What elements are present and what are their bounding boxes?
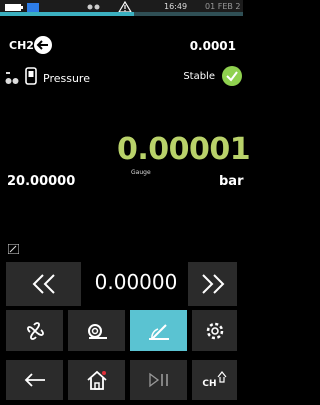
dual-sensor-icon: [5, 72, 19, 84]
gear-icon: [206, 322, 223, 339]
dual-channel-icon: [87, 4, 100, 10]
home-icon: [86, 370, 107, 390]
secondary-reading: 20.00000: [7, 174, 76, 189]
tool-gauge-button[interactable]: [130, 310, 187, 351]
sensor-title: Pressure: [43, 72, 90, 85]
status-bar: 16:49 01 FEB 2: [0, 0, 243, 16]
double-chevron-right-icon: [201, 274, 224, 294]
channel-header[interactable]: CH2 0.0001: [0, 34, 243, 60]
progress-fill: [0, 12, 134, 16]
pressure-sensor-icon: [25, 67, 37, 85]
decrease-button[interactable]: [6, 262, 81, 306]
double-chevron-left-icon: [32, 274, 55, 294]
play-pause-icon: [148, 372, 168, 388]
increase-button[interactable]: [188, 262, 237, 306]
mode-label: Gauge: [131, 169, 151, 176]
nav-channel-button[interactable]: CH: [192, 360, 237, 400]
main-reading: 0.00001: [117, 132, 251, 167]
stable-label: Stable: [183, 71, 215, 82]
channel-switch-icon[interactable]: [33, 35, 53, 55]
status-time: 16:49: [164, 2, 188, 11]
unit-label[interactable]: bar: [219, 174, 244, 189]
back-arrow-icon: [24, 373, 45, 387]
tool-fan-button[interactable]: [6, 310, 63, 351]
gauge-needle-icon: [148, 323, 169, 340]
channel-label: CH2: [9, 39, 34, 52]
nav-home-button[interactable]: [68, 360, 125, 400]
step-value[interactable]: 0.00000: [80, 270, 192, 294]
channel-icon: [217, 371, 227, 383]
battery-icon: [5, 4, 23, 11]
progress-bar: [0, 12, 243, 16]
stable-check-icon: [222, 66, 242, 86]
battery-blue-icon: [27, 3, 39, 12]
channel-value: 0.0001: [189, 39, 236, 53]
coil-icon: [87, 323, 107, 339]
tool-settings-button[interactable]: [192, 310, 237, 351]
edit-step-icon[interactable]: [8, 244, 19, 254]
nav-play-pause-button[interactable]: [130, 360, 187, 400]
tool-coil-button[interactable]: [68, 310, 125, 351]
nav-back-button[interactable]: [6, 360, 63, 400]
channel-nav-label: CH: [202, 379, 217, 389]
fan-icon: [26, 321, 44, 340]
status-date: 01 FEB 2: [205, 2, 241, 11]
